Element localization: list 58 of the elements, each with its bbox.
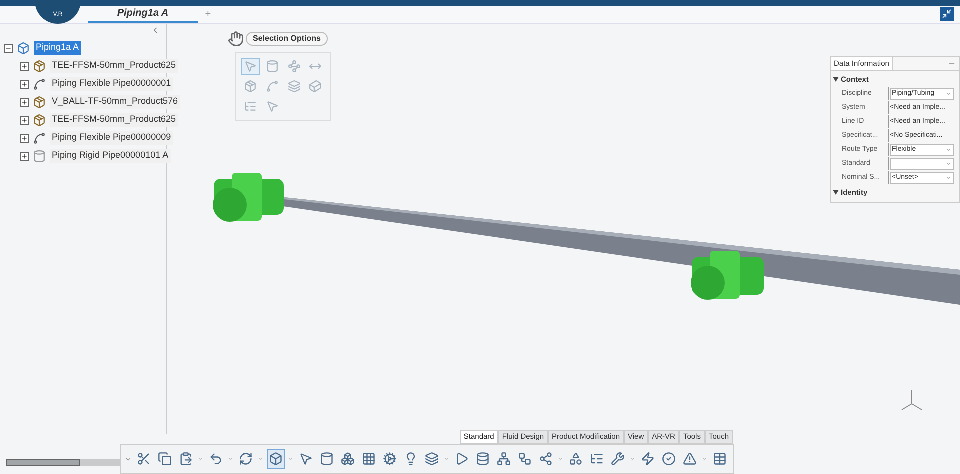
spline-icon (266, 80, 279, 93)
minimize-icon[interactable] (940, 7, 954, 21)
tree-item[interactable]: TEE-FFSM-50mm_Product625 (50, 113, 178, 127)
waypoints-icon (288, 60, 300, 73)
lightning-icon (641, 452, 655, 466)
collapse-panel-icon[interactable] (151, 26, 160, 35)
collapse-icon[interactable] (4, 44, 13, 52)
network-icon (497, 452, 511, 466)
cursor-icon (299, 452, 313, 466)
package-icon (244, 80, 257, 93)
expand-icon[interactable] (20, 98, 29, 106)
scrollbar-thumb[interactable] (6, 458, 80, 466)
section-toggle-icon[interactable] (833, 190, 839, 196)
workflow-icon (518, 452, 532, 466)
shapes-icon (569, 452, 583, 466)
warning-icon (683, 452, 697, 466)
cursor-icon (266, 100, 279, 113)
tree-icon (590, 452, 604, 466)
expand-icon[interactable] (20, 152, 29, 160)
refresh-icon (239, 452, 253, 466)
cylinder-icon (266, 60, 279, 73)
gear-icon (383, 452, 397, 466)
grid-icon (362, 452, 376, 466)
cube-icon (269, 452, 283, 466)
share-icon (539, 452, 553, 466)
expand-icon[interactable] (20, 62, 29, 70)
selection-options-button[interactable]: Selection Options (246, 32, 328, 46)
undo-icon (209, 452, 223, 466)
toolbar-button[interactable] (267, 449, 285, 469)
tree-item[interactable]: V_BALL-TF-50mm_Product576 (50, 95, 180, 109)
database-icon (476, 452, 490, 466)
tree-item[interactable]: Piping Flexible Pipe00000009 (50, 131, 174, 145)
expand-icon[interactable] (20, 80, 29, 88)
cuboid-icon (309, 80, 322, 93)
cursor-icon (244, 60, 257, 73)
expand-icon[interactable] (20, 116, 29, 124)
tree-item[interactable]: TEE-FFSM-50mm_Product625 (50, 59, 178, 73)
check-icon (662, 452, 676, 466)
boxes-icon (341, 452, 355, 466)
tree-item[interactable]: Piping Flexible Pipe00000001 (50, 77, 174, 91)
cylinder-icon (320, 452, 334, 466)
toolbar-menu-icon[interactable] (125, 456, 132, 462)
expand-icon[interactable] (20, 134, 29, 142)
wrench-icon (611, 452, 625, 466)
play-icon (455, 452, 469, 466)
section-toggle-icon[interactable] (833, 77, 839, 82)
paste-icon (179, 452, 193, 466)
layers-icon (288, 80, 300, 93)
hand-icon[interactable] (228, 31, 244, 47)
lightbulb-icon (404, 452, 418, 466)
document-tab[interactable]: Piping1a A (88, 6, 198, 23)
tree-item[interactable]: Piping Rigid Pipe00000101 A (50, 149, 171, 163)
table-icon (713, 452, 727, 466)
tree-item[interactable]: Piping1a A (34, 41, 82, 55)
tree-icon (244, 100, 257, 113)
copy-icon (158, 452, 172, 466)
cut-icon (137, 452, 151, 466)
layers-icon (425, 452, 439, 466)
